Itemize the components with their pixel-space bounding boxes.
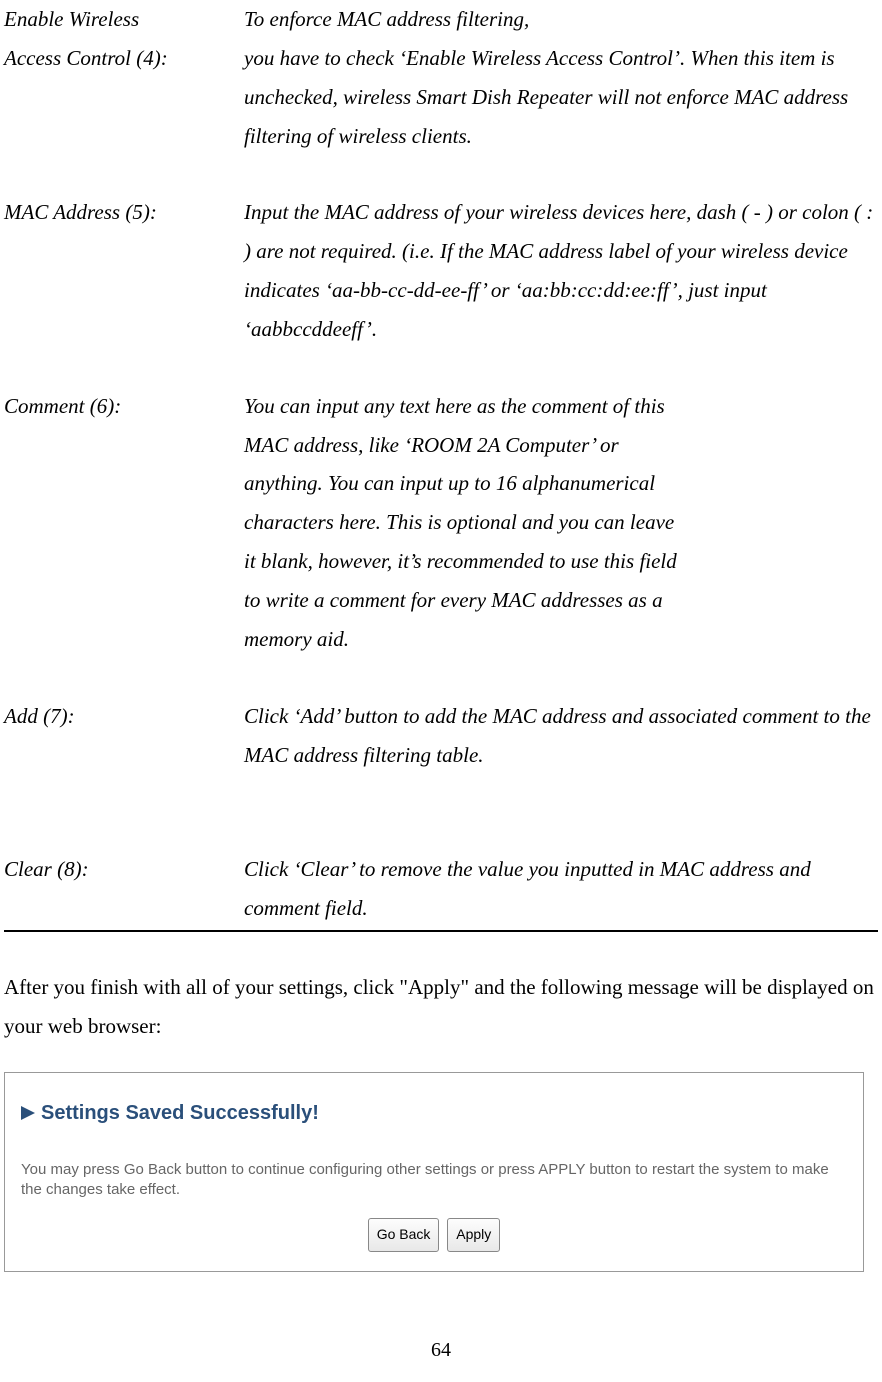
go-back-button[interactable]: Go Back [368,1218,440,1252]
definition-label: Clear (8): [4,850,244,889]
apply-button[interactable]: Apply [447,1218,500,1252]
definition-label: Enable Wireless Access Control (4): [4,0,244,78]
definitions-section: Enable Wireless Access Control (4): To e… [4,0,878,932]
definition-row: MAC Address (5): Input the MAC address o… [4,193,878,348]
label-line-1: Add (7): [4,704,75,728]
page-number: 64 [4,1332,878,1369]
after-instructions-text: After you finish with all of your settin… [4,968,878,1046]
definition-text: To enforce MAC address filtering, you ha… [244,0,878,155]
definition-label: Comment (6): [4,387,244,426]
label-line-1: Clear (8): [4,857,89,881]
definition-row: Clear (8): Click ‘Clear’ to remove the v… [4,850,878,928]
settings-saved-dialog: Settings Saved Successfully! You may pre… [4,1072,864,1272]
label-line-1: Comment (6): [4,394,121,418]
definition-label: MAC Address (5): [4,193,244,232]
definition-text: Click ‘Clear’ to remove the value you in… [244,850,878,928]
dialog-title: Settings Saved Successfully! [41,1095,319,1132]
definition-text: Input the MAC address of your wireless d… [244,193,878,348]
label-line-2: Access Control (4): [4,46,168,70]
dialog-button-row: Go Back Apply [21,1214,847,1253]
dialog-body-text: You may press Go Back button to continue… [21,1160,847,1201]
triangle-right-icon [21,1106,35,1120]
label-line-1: MAC Address (5): [4,200,157,224]
definition-text: Click ‘Add’ button to add the MAC addres… [244,697,878,775]
definition-row: Comment (6): You can input any text here… [4,387,878,659]
definition-row: Enable Wireless Access Control (4): To e… [4,0,878,155]
dialog-header: Settings Saved Successfully! [21,1095,847,1132]
definition-text: You can input any text here as the comme… [244,387,878,659]
label-line-1: Enable Wireless [4,7,139,31]
definition-row: Add (7): Click ‘Add’ button to add the M… [4,697,878,775]
definition-label: Add (7): [4,697,244,736]
